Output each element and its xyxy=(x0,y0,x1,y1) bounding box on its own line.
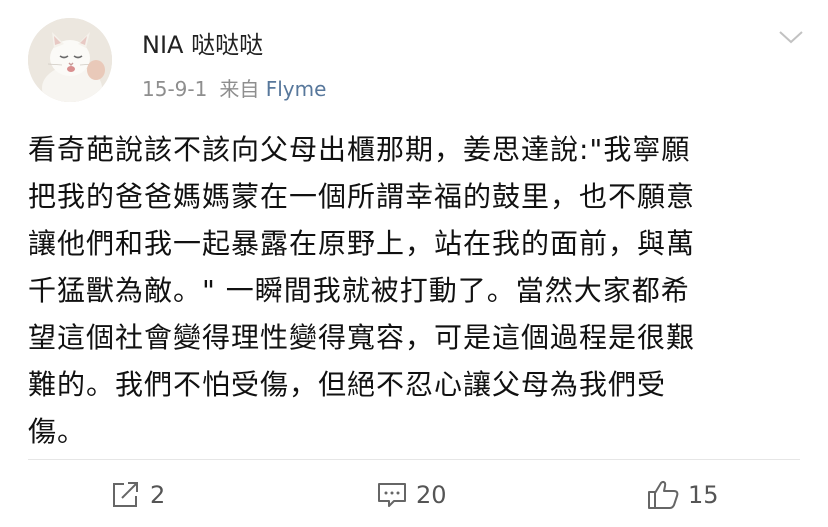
thumbs-up-icon xyxy=(648,481,679,509)
cat-avatar-icon xyxy=(28,18,112,102)
post-date: 15-9-1 xyxy=(142,77,208,101)
post-line: 看奇葩說該不該向父母出櫃那期，姜思達說:"我寧願 xyxy=(28,133,691,166)
username[interactable]: NIA 哒哒哒 xyxy=(142,30,263,60)
source-link[interactable]: Flyme xyxy=(266,77,327,101)
weibo-post-card: NIA 哒哒哒 15-9-1 来自 Flyme 看奇葩說該不該向父母出櫃那期，姜思… xyxy=(0,0,828,527)
post-line: 讓他們和我一起暴露在原野上，站在我的面前，與萬 xyxy=(28,227,696,260)
like-count: 15 xyxy=(688,481,719,509)
comment-button[interactable]: 20 xyxy=(376,480,447,510)
post-line: 望這個社會變得理性變得寬容，可是這個過程是很艱 xyxy=(28,321,696,354)
post-text: 看奇葩說該不該向父母出櫃那期，姜思達說:"我寧願 把我的爸爸媽媽蒙在一個所謂幸福… xyxy=(28,126,788,455)
post-line: 把我的爸爸媽媽蒙在一個所謂幸福的鼓里，也不願意 xyxy=(28,180,696,213)
post-meta: 15-9-1 来自 Flyme xyxy=(142,76,326,102)
post-line: 千猛獸為敵。" 一瞬間我就被打動了。當然大家都希 xyxy=(28,274,690,307)
repost-icon xyxy=(113,482,138,507)
chevron-down-icon[interactable] xyxy=(778,26,804,48)
avatar[interactable] xyxy=(28,18,112,102)
like-button[interactable]: 15 xyxy=(646,480,719,510)
post-line: 傷。 xyxy=(28,415,87,448)
action-bar: 2 20 15 xyxy=(0,460,828,527)
post-line: 難的。我們不怕受傷，但絕不忍心讓父母為我們受 xyxy=(28,368,667,401)
comment-count: 20 xyxy=(416,481,447,509)
repost-count: 2 xyxy=(150,481,166,509)
repost-button[interactable]: 2 xyxy=(110,480,165,510)
comment-icon xyxy=(378,483,406,507)
source-prefix: 来自 xyxy=(219,77,260,101)
